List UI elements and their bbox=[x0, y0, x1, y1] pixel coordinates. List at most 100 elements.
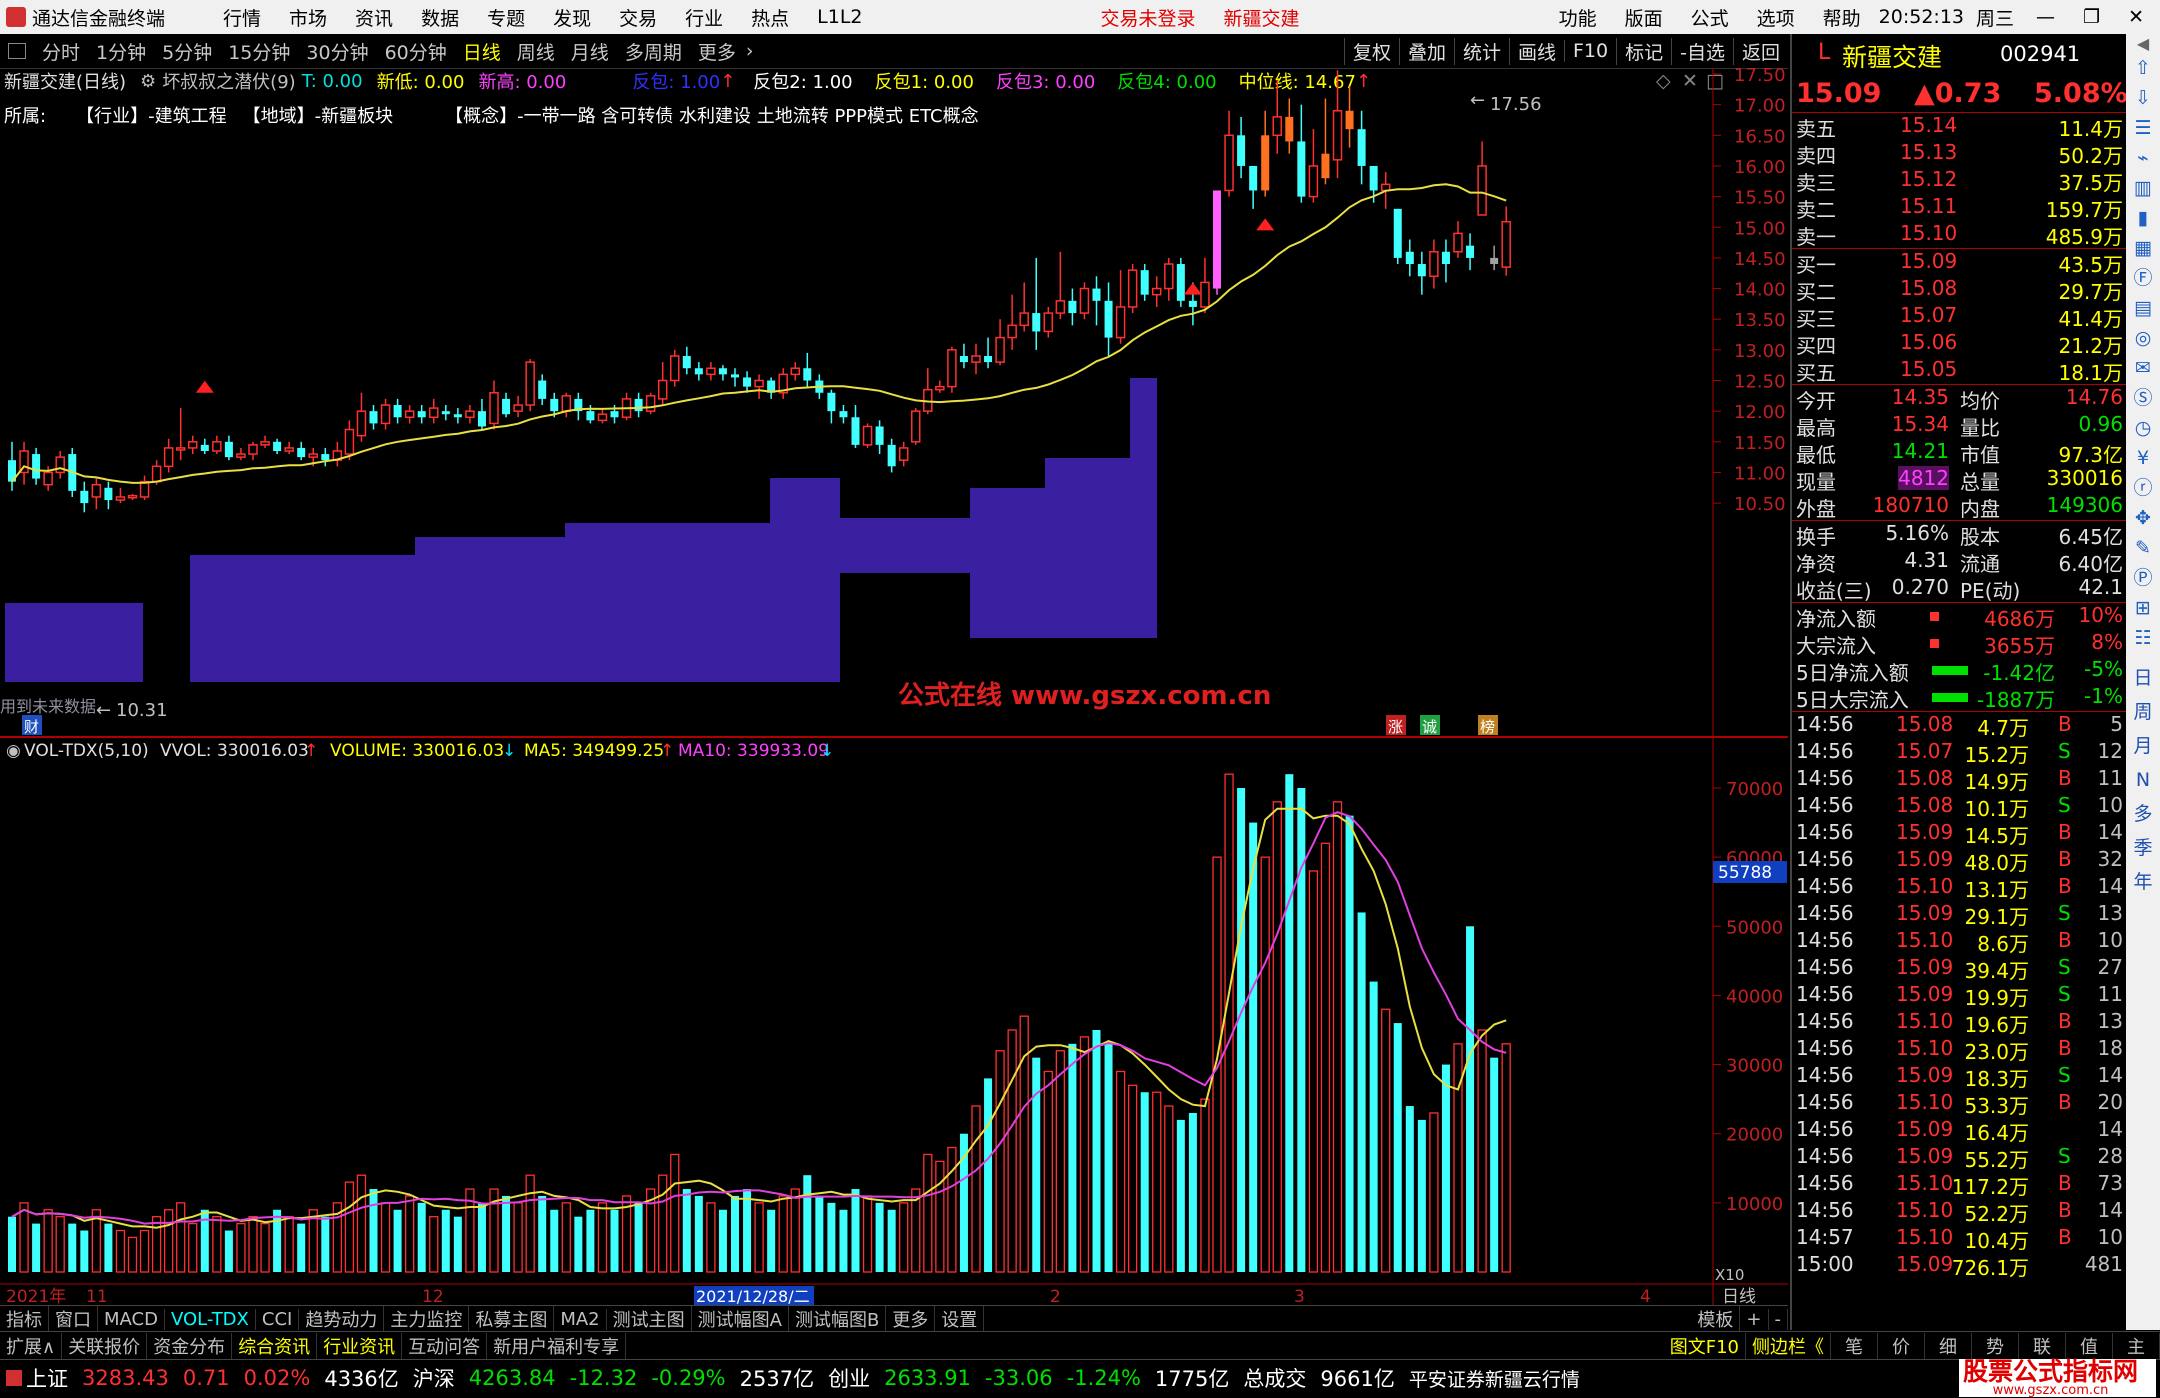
indicator-tab[interactable]: 测试幅图B bbox=[789, 1306, 887, 1332]
btn-zixuan[interactable]: -自选 bbox=[1671, 37, 1733, 65]
period-15min[interactable]: 15分钟 bbox=[220, 38, 298, 65]
ask-row[interactable]: 卖二 15.11 159.7万 bbox=[1792, 194, 2127, 222]
period-5min[interactable]: 5分钟 bbox=[154, 38, 220, 65]
restore-icon[interactable]: ❐ bbox=[2069, 6, 2114, 28]
panel-tab[interactable]: 细 bbox=[1925, 1332, 1972, 1359]
chevron-right-icon[interactable]: › bbox=[744, 40, 756, 62]
panel-tab[interactable]: 联 bbox=[2019, 1332, 2066, 1359]
menu-item-gongneng[interactable]: 功能 bbox=[1545, 4, 1611, 31]
bid-row[interactable]: 买一 15.09 43.5万 bbox=[1792, 249, 2127, 277]
stack-icon[interactable]: ⊞ bbox=[2126, 593, 2160, 623]
sidebar-period-0[interactable]: 日 bbox=[2126, 661, 2160, 695]
menu-item-banmian[interactable]: 版面 bbox=[1611, 4, 1677, 31]
list-icon[interactable]: ☰ bbox=[2126, 113, 2160, 143]
extension-tab[interactable]: 综合资讯 bbox=[232, 1332, 318, 1359]
btn-tongji[interactable]: 统计 bbox=[1453, 37, 1509, 65]
period-fenshi[interactable]: 分时 bbox=[34, 38, 88, 65]
btn-fuquan[interactable]: 复权 bbox=[1343, 37, 1399, 65]
risk-icon[interactable]: ⓡ bbox=[2126, 473, 2160, 503]
fund-icon[interactable]: Ⓕ bbox=[2126, 263, 2160, 293]
btn-huaxian[interactable]: 画线 bbox=[1508, 37, 1564, 65]
indicator-tab[interactable]: CCI bbox=[256, 1308, 300, 1330]
menu-item-hangye[interactable]: 行业 bbox=[671, 4, 737, 31]
btn-fanhui[interactable]: 返回 bbox=[1732, 37, 1788, 65]
sh-name[interactable]: 上证 bbox=[26, 1363, 68, 1393]
extension-tab[interactable]: 关联报价 bbox=[62, 1332, 148, 1359]
bid-row[interactable]: 买二 15.08 29.7万 bbox=[1792, 276, 2127, 304]
indicator-tab[interactable]: MACD bbox=[98, 1308, 165, 1330]
menu-item-bangzhu[interactable]: 帮助 bbox=[1809, 4, 1875, 31]
btn-diejia[interactable]: 叠加 bbox=[1398, 37, 1454, 65]
news-icon[interactable]: ✉ bbox=[2126, 353, 2160, 383]
window-icon[interactable] bbox=[8, 43, 26, 59]
sidebar-period-3[interactable]: N bbox=[2126, 763, 2160, 797]
grid-icon[interactable]: ▦ bbox=[2126, 233, 2160, 263]
btn-f10[interactable]: F10 bbox=[1564, 40, 1616, 62]
bid-row[interactable]: 买三 15.07 41.4万 bbox=[1792, 303, 2127, 331]
indicator-tab[interactable]: 测试幅图A bbox=[692, 1306, 789, 1332]
hs-name[interactable]: 沪深 bbox=[413, 1363, 455, 1393]
panel-tab[interactable]: 图文F10 bbox=[1664, 1332, 1746, 1359]
menu-item-zhuanti[interactable]: 专题 bbox=[473, 4, 539, 31]
period-30min[interactable]: 30分钟 bbox=[298, 38, 376, 65]
menu-item-xuanxiang[interactable]: 选项 bbox=[1743, 4, 1809, 31]
menu-item-shichang[interactable]: 市场 bbox=[275, 4, 341, 31]
close-icon[interactable]: ✕ bbox=[2114, 6, 2160, 28]
f5-icon[interactable]: Ⓟ bbox=[2126, 563, 2160, 593]
indicator-tab[interactable]: VOL-TDX bbox=[165, 1308, 256, 1330]
sidebar-period-2[interactable]: 月 bbox=[2126, 729, 2160, 763]
period-1min[interactable]: 1分钟 bbox=[88, 38, 154, 65]
clock-icon[interactable]: ◷ bbox=[2126, 413, 2160, 443]
btn-biaoji[interactable]: 标记 bbox=[1616, 37, 1671, 65]
ask-row[interactable]: 卖五 15.14 11.4万 bbox=[1792, 113, 2127, 141]
panel-tab[interactable]: 侧边栏《 bbox=[1746, 1332, 1831, 1359]
period-weekly[interactable]: 周线 bbox=[509, 38, 563, 65]
remove-pane-button[interactable]: - bbox=[1769, 1308, 1788, 1330]
extension-tab[interactable]: 扩展∧ bbox=[0, 1332, 63, 1359]
ask-row[interactable]: 卖三 15.12 37.5万 bbox=[1792, 167, 2127, 195]
extension-tab[interactable]: 互动问答 bbox=[402, 1332, 488, 1359]
ask-row[interactable]: 卖四 15.13 50.2万 bbox=[1792, 140, 2127, 168]
panel-tab[interactable]: 势 bbox=[1972, 1332, 2019, 1359]
indicator-tab[interactable]: 测试主图 bbox=[607, 1306, 692, 1332]
fs-icon[interactable]: Ⓢ bbox=[2126, 383, 2160, 413]
table-icon[interactable]: ▤ bbox=[2126, 293, 2160, 323]
panel-tab[interactable]: 主 bbox=[2113, 1332, 2160, 1359]
list2-icon[interactable]: ☷ bbox=[2126, 623, 2160, 653]
panel-tab[interactable]: 笔 bbox=[1831, 1332, 1878, 1359]
login-status[interactable]: 交易未登录 bbox=[1087, 4, 1210, 31]
cy-name[interactable]: 创业 bbox=[828, 1363, 870, 1393]
sidebar-period-4[interactable]: 多 bbox=[2126, 797, 2160, 831]
menu-item-redian[interactable]: 热点 bbox=[737, 4, 803, 31]
sidebar-period-5[interactable]: 季 bbox=[2126, 831, 2160, 865]
vol-collapse-icon[interactable]: ◉ bbox=[6, 741, 21, 761]
menu-item-faxian[interactable]: 发现 bbox=[539, 4, 605, 31]
indicator-tab[interactable]: 设置 bbox=[935, 1306, 985, 1332]
menu-item-hangqing[interactable]: 行情 bbox=[209, 4, 275, 31]
period-monthly[interactable]: 月线 bbox=[563, 38, 617, 65]
money-icon[interactable]: ¥ bbox=[2126, 443, 2160, 473]
extension-tab[interactable]: 资金分布 bbox=[147, 1332, 233, 1359]
bar-chart-icon[interactable]: ▥ bbox=[2126, 173, 2160, 203]
tick-list[interactable]: 14:56 15.08 4.7万 B 5 14:56 15.07 15.2万 S 12 14:56 1… bbox=[1792, 711, 2127, 1280]
period-multi[interactable]: 多周期 bbox=[617, 38, 690, 65]
template-button[interactable]: 模板 bbox=[1691, 1306, 1741, 1332]
indicator-tab[interactable]: 窗口 bbox=[49, 1306, 98, 1332]
sidebar-collapse-icon[interactable]: ◀ bbox=[2126, 34, 2160, 53]
sidebar-period-1[interactable]: 周 bbox=[2126, 695, 2160, 729]
menu-item-shuju[interactable]: 数据 bbox=[407, 4, 473, 31]
bid-row[interactable]: 买四 15.06 21.2万 bbox=[1792, 330, 2127, 358]
indicator-tab[interactable]: 更多 bbox=[886, 1306, 936, 1332]
edit-icon[interactable]: ✎ bbox=[2126, 533, 2160, 563]
minimize-icon[interactable]: — bbox=[2022, 6, 2069, 28]
arrow-up-icon[interactable]: ⇧ bbox=[2126, 53, 2160, 83]
ask-row[interactable]: 卖一 15.10 485.9万 bbox=[1792, 221, 2127, 249]
period-60min[interactable]: 60分钟 bbox=[377, 38, 455, 65]
kline-chart[interactable]: 17.50 17.00 16.50 16.00 15.50 15.00 14.50 14.00… bbox=[0, 68, 1788, 1305]
indicator-tab[interactable]: 私募主图 bbox=[469, 1306, 555, 1332]
candle-icon[interactable]: ▮ bbox=[2126, 203, 2160, 233]
indicator-tab[interactable]: 主力监控 bbox=[384, 1306, 470, 1332]
extension-tab[interactable]: 新用户福利专享 bbox=[487, 1332, 627, 1359]
indicator-tab[interactable]: MA2 bbox=[554, 1308, 607, 1330]
period-more[interactable]: 更多 bbox=[690, 38, 744, 65]
